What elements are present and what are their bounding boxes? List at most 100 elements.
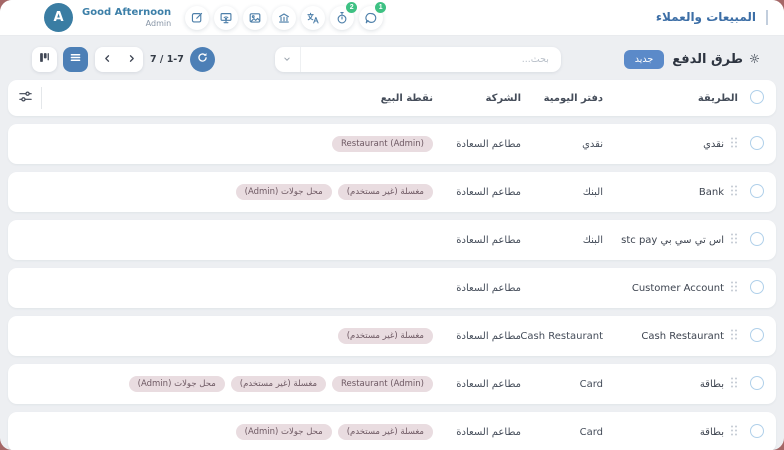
kanban-icon: [38, 51, 51, 67]
list-view-button[interactable]: [63, 47, 88, 72]
pos-screen-icon: [219, 11, 233, 25]
bank-button[interactable]: [272, 6, 296, 30]
method-name: Cash Restaurant: [641, 331, 724, 342]
avatar[interactable]: A: [44, 3, 73, 32]
pos-tags: مغسلة (غير مستخدم): [20, 328, 433, 344]
table-row[interactable]: Bank البنكمطاعم السعادةمغسلة (غير مستخدم)…: [8, 172, 776, 212]
greeting-block: Good Afternoon Admin: [82, 7, 171, 28]
row-checkbox[interactable]: [750, 328, 764, 342]
pos-tag: مغسلة (غير مستخدم): [338, 424, 433, 440]
journal-cell: نقدي: [521, 139, 603, 150]
kanban-view-button[interactable]: [32, 47, 57, 72]
drag-handle-icon[interactable]: [730, 233, 738, 247]
pager-range: 7 / 1-7: [150, 54, 184, 65]
journal-cell: Card: [521, 379, 603, 390]
company-cell: مطاعم السعادة: [433, 331, 521, 342]
search-box: [275, 47, 561, 72]
row-checkbox[interactable]: [750, 232, 764, 246]
pos-tag: محل جولات (Admin): [236, 184, 332, 200]
company-cell: مطاعم السعادة: [433, 427, 521, 438]
pos-tag: Restaurant (Admin): [332, 376, 433, 392]
payment-methods-table: الطريقة دفتر اليومية الشركة نقطة البيع ن…: [0, 73, 784, 450]
row-checkbox[interactable]: [750, 136, 764, 150]
method-name: بطاقة: [700, 427, 724, 438]
drag-handle-icon[interactable]: [730, 425, 738, 439]
timer-badge: 2: [346, 2, 357, 13]
journal-cell: Cash Restaurant: [521, 331, 603, 342]
table-row[interactable]: نقدينقديمطاعم السعادةRestaurant (Admin): [8, 124, 776, 164]
table-row[interactable]: بطاقةCardمطاعم السعادةمغسلة (غير مستخدم)…: [8, 412, 776, 450]
optional-columns-button[interactable]: [18, 89, 33, 107]
drag-handle-icon[interactable]: [730, 185, 738, 199]
pager: [95, 47, 143, 72]
drag-handle-icon[interactable]: [730, 281, 738, 295]
row-checkbox[interactable]: [750, 424, 764, 438]
app-window: A Good Afternoon Admin: [0, 0, 784, 450]
pos-tags: Restaurant (Admin)مغسلة (غير مستخدم)محل …: [20, 376, 433, 392]
column-header-company[interactable]: الشركة: [433, 93, 521, 104]
table-body: نقدينقديمطاعم السعادةRestaurant (Admin)B…: [8, 124, 776, 450]
top-bar: A Good Afternoon Admin: [0, 0, 784, 36]
pos-tag: مغسلة (غير مستخدم): [338, 184, 433, 200]
table-row[interactable]: اس تي سي بي stc payالبنكمطاعم السعادة: [8, 220, 776, 260]
table-row[interactable]: Cash RestaurantCash Restaurantمطاعم السع…: [8, 316, 776, 356]
pos-tags: Restaurant (Admin): [20, 136, 433, 152]
pos-tag: مغسلة (غير مستخدم): [338, 328, 433, 344]
page-settings-button[interactable]: [749, 52, 760, 67]
pager-next-button[interactable]: [119, 47, 143, 72]
drag-handle-icon[interactable]: [730, 137, 738, 151]
breadcrumb-app-title[interactable]: المبيعات والعملاء: [656, 10, 768, 25]
column-header-journal[interactable]: دفتر اليومية: [521, 93, 603, 104]
translate-button[interactable]: [301, 6, 325, 30]
chat-button[interactable]: 1: [359, 6, 383, 30]
company-cell: مطاعم السعادة: [433, 187, 521, 198]
company-cell: مطاعم السعادة: [433, 139, 521, 150]
row-checkbox[interactable]: [750, 376, 764, 390]
column-header-method[interactable]: الطريقة: [603, 93, 738, 104]
table-row[interactable]: بطاقةCardمطاعم السعادةRestaurant (Admin)…: [8, 364, 776, 404]
pager-previous-button[interactable]: [95, 47, 119, 72]
chevron-right-icon: [126, 52, 137, 67]
notes-icon: [190, 11, 204, 25]
method-name: Bank: [699, 187, 724, 198]
pos-tag: مغسلة (غير مستخدم): [231, 376, 326, 392]
notes-button[interactable]: [185, 6, 209, 30]
refresh-icon: [196, 51, 209, 67]
header-tools: [18, 80, 42, 116]
chevron-down-icon: [282, 52, 292, 67]
list-icon: [69, 51, 82, 67]
journal-cell: البنك: [521, 187, 603, 198]
pos-tag: Restaurant (Admin): [332, 136, 433, 152]
refresh-button[interactable]: [190, 47, 215, 72]
search-filter-toggle[interactable]: [275, 47, 301, 72]
method-name: بطاقة: [700, 379, 724, 390]
translate-icon: [306, 11, 320, 25]
image-icon: [248, 11, 262, 25]
pos-screen-button[interactable]: [214, 6, 238, 30]
chat-badge: 1: [375, 2, 386, 13]
table-row[interactable]: Customer Accountمطاعم السعادة: [8, 268, 776, 308]
header-divider: [41, 87, 42, 109]
select-all-checkbox[interactable]: [750, 90, 764, 104]
pos-tag: محل جولات (Admin): [236, 424, 332, 440]
pos-tags: مغسلة (غير مستخدم) محل جولات (Admin): [20, 424, 433, 440]
quick-actions: 2 1: [185, 6, 383, 30]
bank-building-icon: [277, 11, 291, 25]
row-checkbox[interactable]: [750, 184, 764, 198]
new-record-button[interactable]: جديد: [624, 50, 665, 69]
row-checkbox[interactable]: [750, 280, 764, 294]
method-name: اس تي سي بي stc pay: [621, 235, 724, 246]
image-button[interactable]: [243, 6, 267, 30]
drag-handle-icon[interactable]: [730, 329, 738, 343]
user-role: Admin: [82, 19, 171, 28]
drag-handle-icon[interactable]: [730, 377, 738, 391]
method-name: نقدي: [703, 139, 724, 150]
chevron-left-icon: [102, 52, 113, 67]
chat-icon: [364, 11, 378, 25]
search-input[interactable]: [301, 47, 561, 72]
gear-icon: [749, 52, 760, 67]
sliders-icon: [18, 89, 33, 107]
timer-icon: [335, 11, 349, 25]
column-header-pos[interactable]: نقطة البيع: [20, 93, 433, 104]
timer-button[interactable]: 2: [330, 6, 354, 30]
